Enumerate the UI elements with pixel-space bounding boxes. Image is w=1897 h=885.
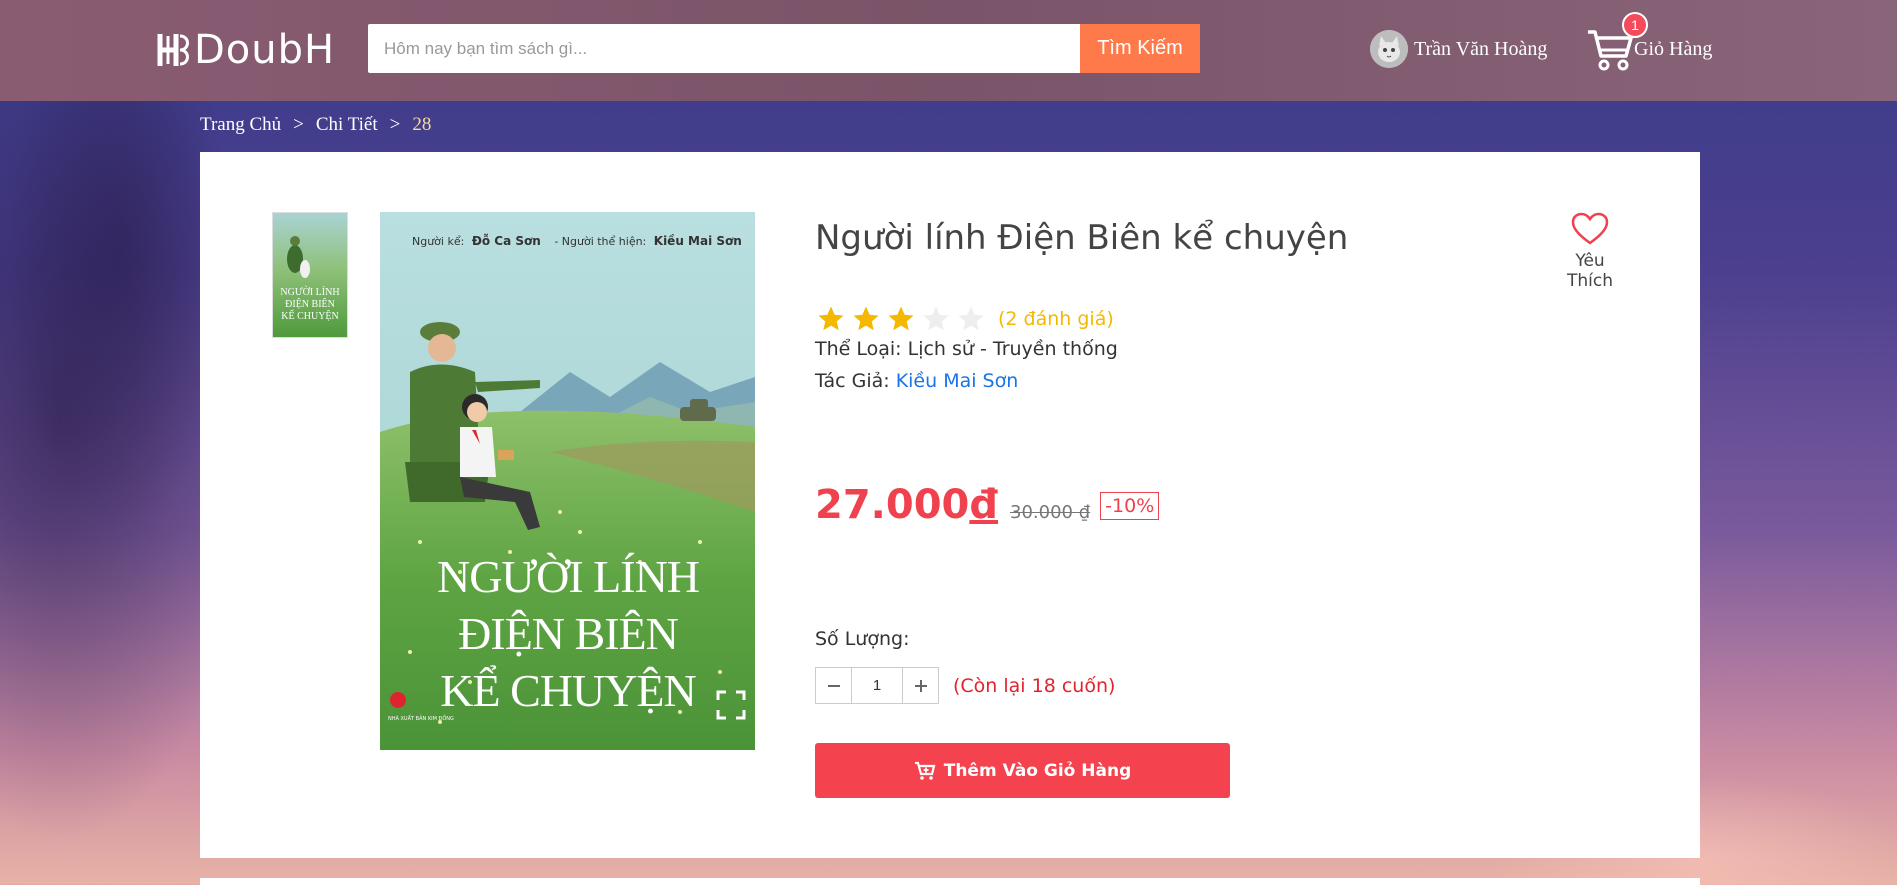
svg-text:ĐIỆN BIÊN: ĐIỆN BIÊN bbox=[285, 298, 335, 310]
category-value: Lịch sử - Truyền thống bbox=[907, 338, 1118, 360]
user-name: Trần Văn Hoàng bbox=[1414, 37, 1548, 60]
star-filled-icon bbox=[888, 306, 914, 331]
increase-button[interactable] bbox=[902, 667, 939, 704]
search-input[interactable] bbox=[368, 24, 1080, 73]
heart-icon bbox=[1571, 212, 1609, 245]
avatar bbox=[1370, 30, 1408, 68]
category-label: Thể Loại: bbox=[815, 338, 902, 360]
search-bar: Tìm Kiếm bbox=[368, 24, 1200, 73]
author-label: Tác Giả: bbox=[815, 370, 890, 392]
cover-narrator-label: Người kể: bbox=[412, 235, 464, 248]
minus-icon bbox=[827, 684, 840, 687]
breadcrumb-detail[interactable]: Chi Tiết bbox=[316, 114, 378, 136]
price-row: 27.000đ 30.000 ₫ -10% bbox=[815, 482, 1160, 528]
rating: (2 đánh giá) bbox=[815, 304, 1114, 334]
quantity-input[interactable] bbox=[852, 667, 902, 704]
old-price: 30.000 ₫ bbox=[1010, 502, 1091, 523]
product-title: Người lính Điện Biên kể chuyện bbox=[815, 218, 1349, 258]
cover-title-line-2: ĐIỆN BIÊN bbox=[458, 608, 678, 659]
cart-plus-icon bbox=[914, 761, 936, 780]
plus-icon bbox=[914, 679, 927, 692]
svg-text:Người kể: Đỗ Ca Sơn: Người kể: Đỗ Ca Sơn - Người thể hiện: Ki… bbox=[412, 234, 742, 248]
author-link[interactable]: Kiều Mai Sơn bbox=[896, 370, 1019, 392]
user-menu[interactable]: Trần Văn Hoàng bbox=[1370, 30, 1547, 68]
book-cover-thumbnail: NGƯỜI LÍNH ĐIỆN BIÊN KỂ CHUYỆN bbox=[273, 213, 347, 337]
quantity-label: Số Lượng: bbox=[815, 628, 910, 650]
author-row: Tác Giả: Kiều Mai Sơn bbox=[815, 370, 1018, 392]
svg-text:NGƯỜI LÍNH: NGƯỜI LÍNH bbox=[280, 286, 339, 298]
breadcrumb-home[interactable]: Trang Chủ bbox=[200, 114, 281, 136]
header: DoubH Tìm Kiếm Trần Văn Hoàng bbox=[0, 0, 1897, 101]
star-empty-icon bbox=[923, 306, 949, 331]
cover-illustrator-label: - Người thể hiện: bbox=[554, 235, 646, 248]
stock-remaining: (Còn lại 18 cuốn) bbox=[953, 674, 1116, 697]
current-price: 27.000đ bbox=[815, 482, 998, 528]
logo-icon bbox=[157, 34, 189, 66]
cover-illustrator: Kiều Mai Sơn bbox=[654, 234, 742, 248]
star-filled-icon bbox=[818, 306, 844, 331]
svg-text:KỂ CHUYỆN: KỂ CHUYỆN bbox=[281, 309, 339, 322]
review-count[interactable]: (2 đánh giá) bbox=[998, 308, 1114, 330]
breadcrumb-separator: > bbox=[293, 114, 304, 135]
category-row: Thể Loại: Lịch sử - Truyền thống bbox=[815, 338, 1118, 360]
cart-button[interactable]: 1 Giỏ Hàng bbox=[1586, 12, 1713, 72]
quantity-stepper: (Còn lại 18 cuốn) bbox=[815, 667, 1115, 704]
breadcrumb: Trang Chủ > Chi Tiết > 28 bbox=[200, 114, 431, 136]
cover-narrator: Đỗ Ca Sơn bbox=[472, 234, 541, 248]
decrease-button[interactable] bbox=[815, 667, 852, 704]
search-button[interactable]: Tìm Kiếm bbox=[1080, 24, 1200, 73]
book-cover-illustration: Người kể: Đỗ Ca Sơn - Người thể hiện: Ki… bbox=[380, 212, 755, 750]
breadcrumb-separator: > bbox=[389, 114, 401, 135]
cart-count-badge: 1 bbox=[1622, 12, 1648, 38]
cover-title-line-1: NGƯỜI LÍNH bbox=[437, 551, 699, 602]
cart-label: Giỏ Hàng bbox=[1634, 37, 1713, 60]
favorite-label: Yêu Thích bbox=[1566, 251, 1613, 291]
logo-text: DoubH bbox=[194, 27, 336, 73]
cover-title-line-3: KỂ CHUYỆN bbox=[440, 664, 696, 716]
product-detail-card: NGƯỜI LÍNH ĐIỆN BIÊN KỂ CHUYỆN Người kể:… bbox=[200, 152, 1700, 858]
logo[interactable]: DoubH bbox=[156, 27, 336, 73]
favorite-button[interactable]: Yêu Thích bbox=[1550, 212, 1630, 291]
breadcrumb-current: 28 bbox=[412, 114, 432, 135]
price-amount: 27.000 bbox=[815, 482, 970, 528]
fullscreen-icon[interactable] bbox=[716, 690, 746, 720]
add-to-cart-label: Thêm Vào Giỏ Hàng bbox=[943, 760, 1132, 781]
product-thumbnail[interactable]: NGƯỜI LÍNH ĐIỆN BIÊN KỂ CHUYỆN bbox=[272, 212, 348, 338]
price-currency: đ bbox=[969, 482, 998, 528]
star-filled-icon bbox=[853, 306, 879, 331]
cat-avatar-icon bbox=[1370, 30, 1408, 68]
next-section-card bbox=[200, 878, 1700, 885]
star-empty-icon bbox=[958, 306, 984, 331]
discount-badge: -10% bbox=[1100, 492, 1160, 520]
add-to-cart-button[interactable]: Thêm Vào Giỏ Hàng bbox=[815, 743, 1230, 798]
book-cover-image[interactable]: Người kể: Đỗ Ca Sơn - Người thể hiện: Ki… bbox=[380, 212, 755, 750]
